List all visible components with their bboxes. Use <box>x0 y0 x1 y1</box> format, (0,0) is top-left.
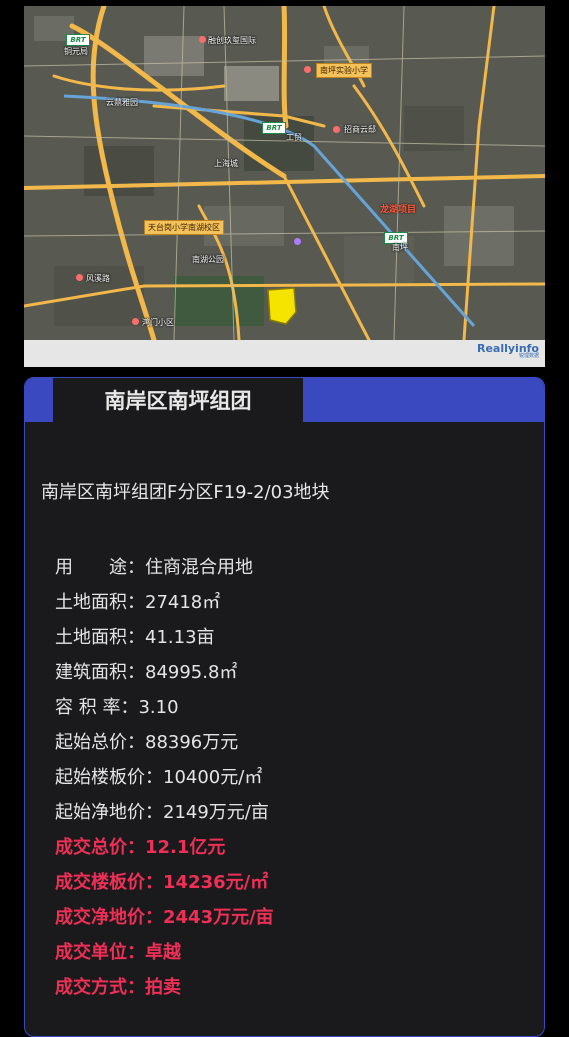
map-label-zhaoshang: 招商云邸 <box>344 125 376 134</box>
info-row: 起始楼板价：10400元/㎡ <box>55 767 263 788</box>
info-row: 容 积 率：3.10 <box>55 697 179 718</box>
parcel-title: 南岸区南坪组团F分区F19-2/03地块 <box>41 482 330 503</box>
info-row: 起始净地价：2149万元/亩 <box>55 802 269 823</box>
reallyinfo-watermark: Reallyinfo 锐理数据 <box>476 342 539 359</box>
school-pin-icon <box>304 66 311 73</box>
info-row: 成交单位：卓越 <box>55 942 181 963</box>
map-label-yunheng: 云鼎雅园 <box>106 98 138 107</box>
brt-station-icon: BRT <box>262 122 286 134</box>
map-label-tongyuanju: 铜元局 <box>64 47 88 56</box>
map-label-hongmen: 鸿门小区 <box>142 318 174 327</box>
info-row: 土地面积：41.13亩 <box>55 627 215 648</box>
brt-station-icon: BRT <box>66 34 90 46</box>
map-label-shanghai-city: 上海城 <box>214 159 238 168</box>
info-row: 用 途：住商混合用地 <box>55 557 253 578</box>
map-label-gongmao: 工贸 <box>286 133 302 142</box>
district-title: 南岸区南坪组团 <box>104 389 252 413</box>
info-row: 成交方式：拍卖 <box>55 977 181 998</box>
map-label-fengxi: 风溪路 <box>86 274 110 283</box>
poi-pin-icon <box>199 36 206 43</box>
map-label-nanping-school: 南坪实验小学 <box>316 63 372 78</box>
land-info-list: 用 途：住商混合用地 土地面积：27418㎡ 土地面积：41.13亩建筑面积：849… <box>55 550 274 1005</box>
info-row: 起始总价：88396万元 <box>55 732 239 753</box>
poi-pin-icon <box>333 126 340 133</box>
map-canvas <box>24 6 545 340</box>
map-label-tianning: 天台岗小学南湖校区 <box>144 220 224 235</box>
map-label-nanping: 南坪 <box>392 243 408 252</box>
info-row: 成交楼板价：14236元/㎡ <box>55 872 269 893</box>
map-footer-bar: Reallyinfo 锐理数据 <box>24 340 545 367</box>
map-label-longhu: 龙湖项目 <box>380 205 417 215</box>
land-info-card: 南岸区南坪组团 南岸区南坪组团F分区F19-2/03地块 用 途：住商混合用地土… <box>24 377 545 1037</box>
satellite-map[interactable]: BRT 铜元局 融创玖玺国际 南坪实验小学 招商云邸 BRT 工贸 云鼎雅园 上… <box>24 6 545 367</box>
poi-pin-icon <box>294 238 301 245</box>
info-row: 土地面积：27418㎡ <box>55 592 221 613</box>
info-row: 成交净地价：2443万元/亩 <box>55 907 274 928</box>
poi-pin-icon <box>76 274 83 281</box>
info-row: 建筑面积：84995.8㎡ <box>55 662 238 683</box>
info-row: 成交总价：12.1亿元 <box>55 837 226 858</box>
poi-pin-icon <box>132 318 139 325</box>
card-header-tab: 南岸区南坪组团 <box>53 378 303 422</box>
map-label-nanhu-park: 南湖公园 <box>192 255 224 264</box>
map-label-rongchuang: 融创玖玺国际 <box>208 36 256 45</box>
